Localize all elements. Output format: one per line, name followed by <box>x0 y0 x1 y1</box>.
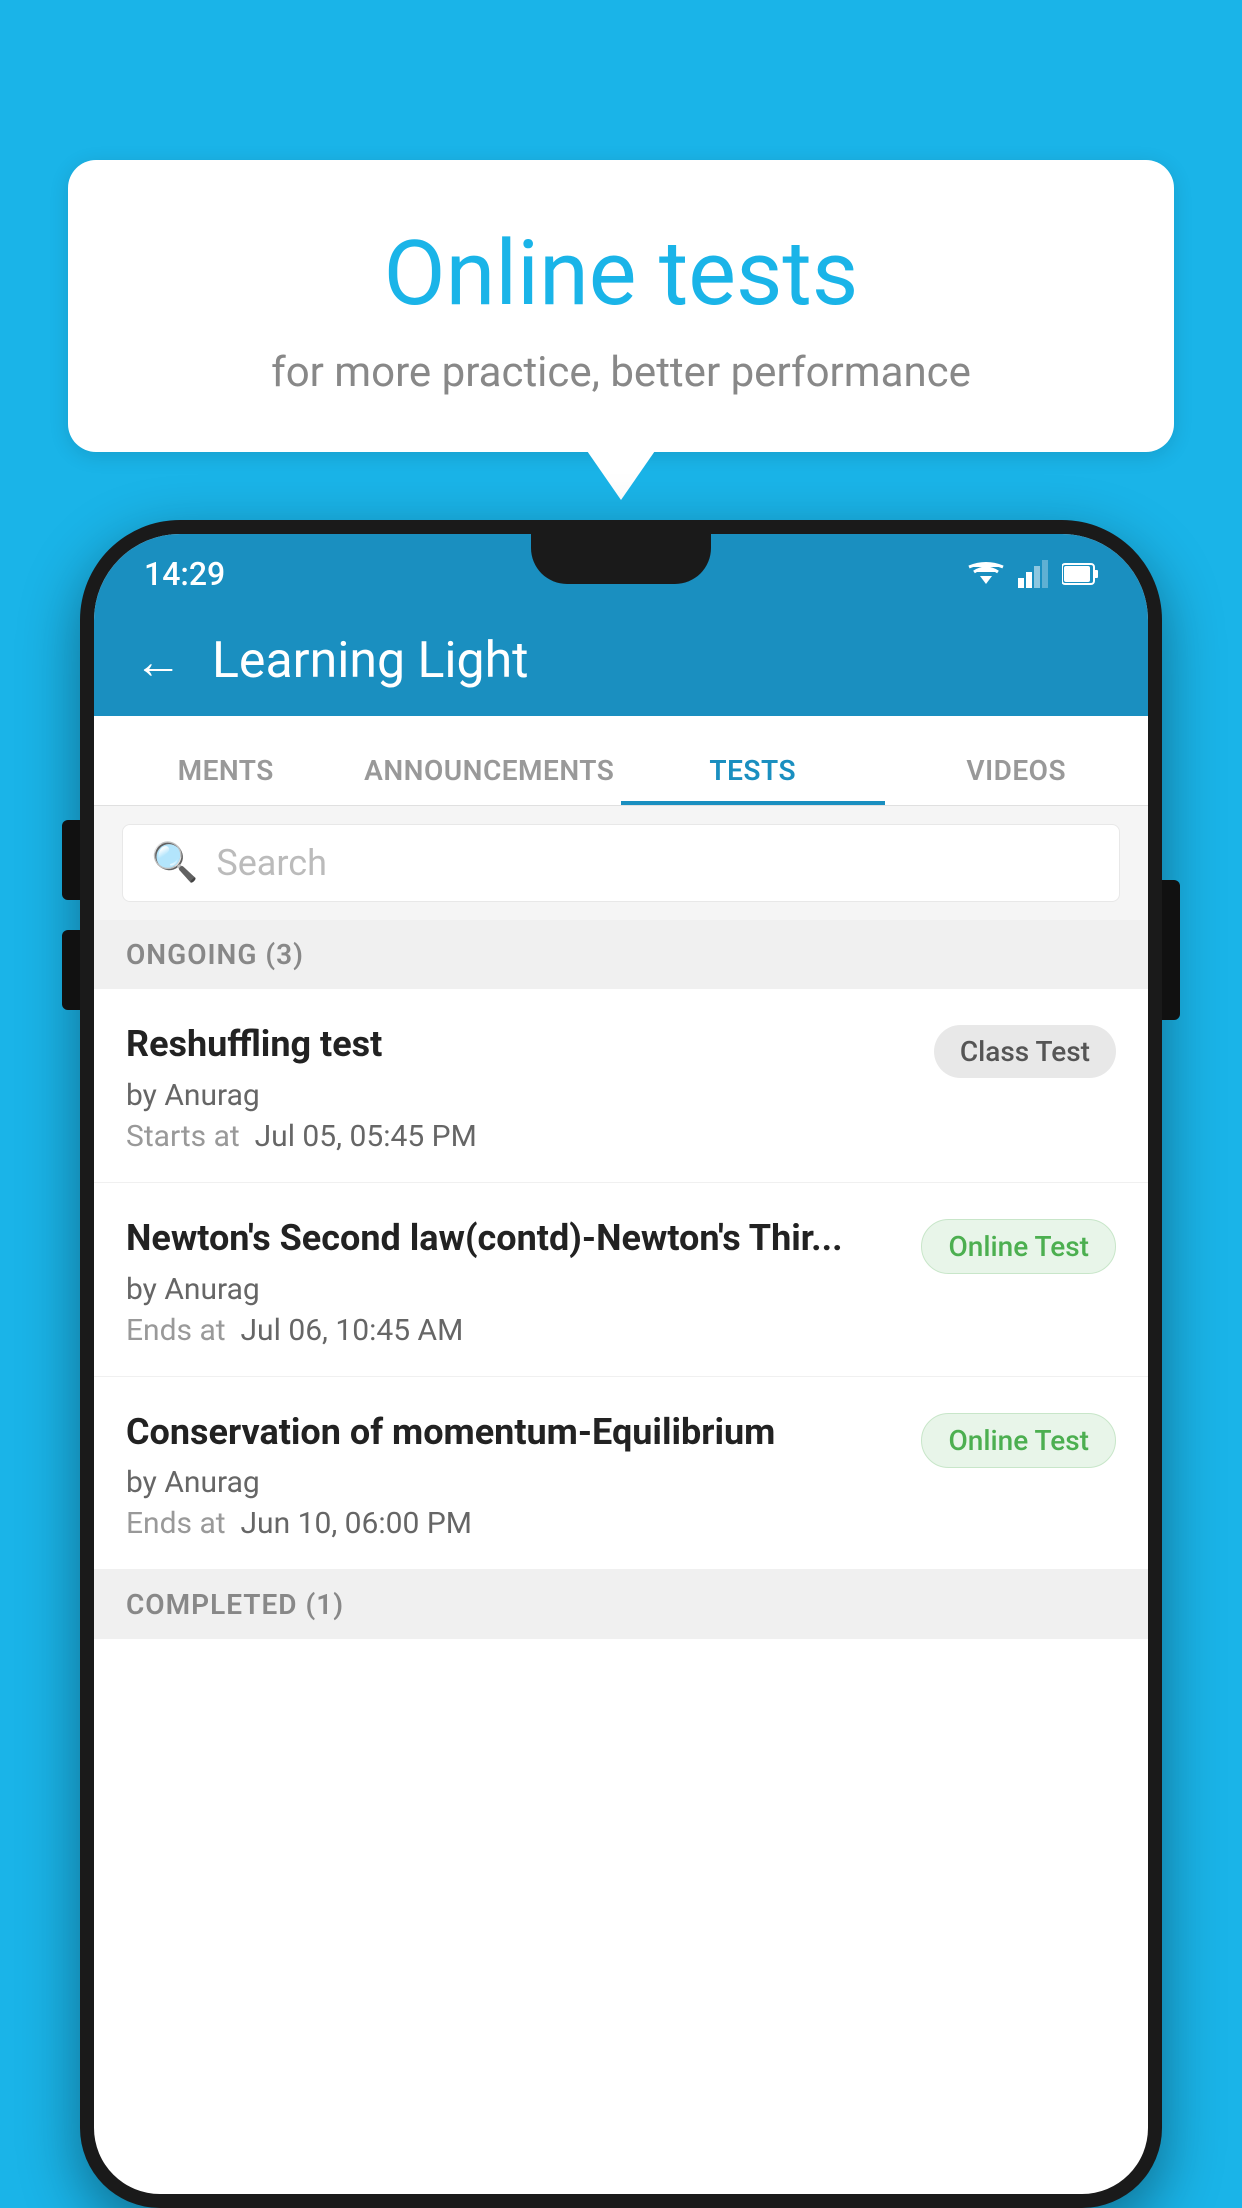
status-time: 14:29 <box>144 555 225 593</box>
search-input[interactable]: Search <box>216 842 327 884</box>
test-item[interactable]: Reshuffling test by Anurag Starts at Jul… <box>94 989 1148 1183</box>
power-button[interactable] <box>1162 880 1180 1020</box>
tab-tests[interactable]: TESTS <box>621 754 885 805</box>
test-date-value: Jun 10, 06:00 PM <box>241 1506 472 1541</box>
tabs-bar: MENTS ANNOUNCEMENTS TESTS VIDEOS <box>94 716 1148 806</box>
test-info: Newton's Second law(contd)-Newton's Thir… <box>126 1215 901 1348</box>
bubble-title: Online tests <box>128 220 1114 328</box>
search-icon: 🔍 <box>151 841 198 885</box>
battery-icon <box>1062 562 1098 586</box>
test-badge-class: Class Test <box>934 1025 1116 1078</box>
test-date: Ends at Jul 06, 10:45 AM <box>126 1313 901 1348</box>
test-date: Ends at Jun 10, 06:00 PM <box>126 1506 901 1541</box>
test-date-value: Jul 05, 05:45 PM <box>255 1119 477 1154</box>
status-icons <box>968 560 1098 588</box>
phone-frame: 14:29 <box>80 520 1162 2208</box>
search-container: 🔍 Search <box>94 806 1148 920</box>
volume-up-button[interactable] <box>62 820 80 900</box>
search-bar[interactable]: 🔍 Search <box>122 824 1120 902</box>
test-name: Newton's Second law(contd)-Newton's Thir… <box>126 1215 901 1262</box>
app-bar: ← Learning Light <box>94 606 1148 716</box>
phone-notch <box>531 534 711 584</box>
tab-ments[interactable]: MENTS <box>94 754 358 805</box>
test-name: Conservation of momentum-Equilibrium <box>126 1409 901 1456</box>
test-author: by Anurag <box>126 1078 914 1113</box>
wifi-icon <box>968 560 1004 588</box>
speech-bubble: Online tests for more practice, better p… <box>68 160 1174 452</box>
tab-videos[interactable]: VIDEOS <box>885 754 1149 805</box>
test-list: Reshuffling test by Anurag Starts at Jul… <box>94 989 1148 1570</box>
tab-announcements[interactable]: ANNOUNCEMENTS <box>358 754 622 805</box>
test-badge-online: Online Test <box>921 1413 1116 1468</box>
test-author: by Anurag <box>126 1272 901 1307</box>
back-arrow-icon[interactable]: ← <box>134 633 182 690</box>
test-author: by Anurag <box>126 1465 901 1500</box>
test-item[interactable]: Conservation of momentum-Equilibrium by … <box>94 1377 1148 1571</box>
volume-down-button[interactable] <box>62 930 80 1010</box>
test-date-label: Starts at <box>126 1119 240 1154</box>
test-info: Reshuffling test by Anurag Starts at Jul… <box>126 1021 914 1154</box>
completed-section-header: COMPLETED (1) <box>94 1570 1148 1639</box>
test-date: Starts at Jul 05, 05:45 PM <box>126 1119 914 1154</box>
test-item[interactable]: Newton's Second law(contd)-Newton's Thir… <box>94 1183 1148 1377</box>
app-bar-title: Learning Light <box>212 632 529 690</box>
test-badge-online: Online Test <box>921 1219 1116 1274</box>
test-info: Conservation of momentum-Equilibrium by … <box>126 1409 901 1542</box>
test-date-value: Jul 06, 10:45 AM <box>241 1313 464 1348</box>
test-date-label: Ends at <box>126 1313 226 1348</box>
signal-icon <box>1018 560 1048 588</box>
ongoing-section-header: ONGOING (3) <box>94 920 1148 989</box>
bubble-subtitle: for more practice, better performance <box>128 348 1114 397</box>
phone-screen: 14:29 <box>94 534 1148 2194</box>
test-date-label: Ends at <box>126 1506 226 1541</box>
test-name: Reshuffling test <box>126 1021 914 1068</box>
